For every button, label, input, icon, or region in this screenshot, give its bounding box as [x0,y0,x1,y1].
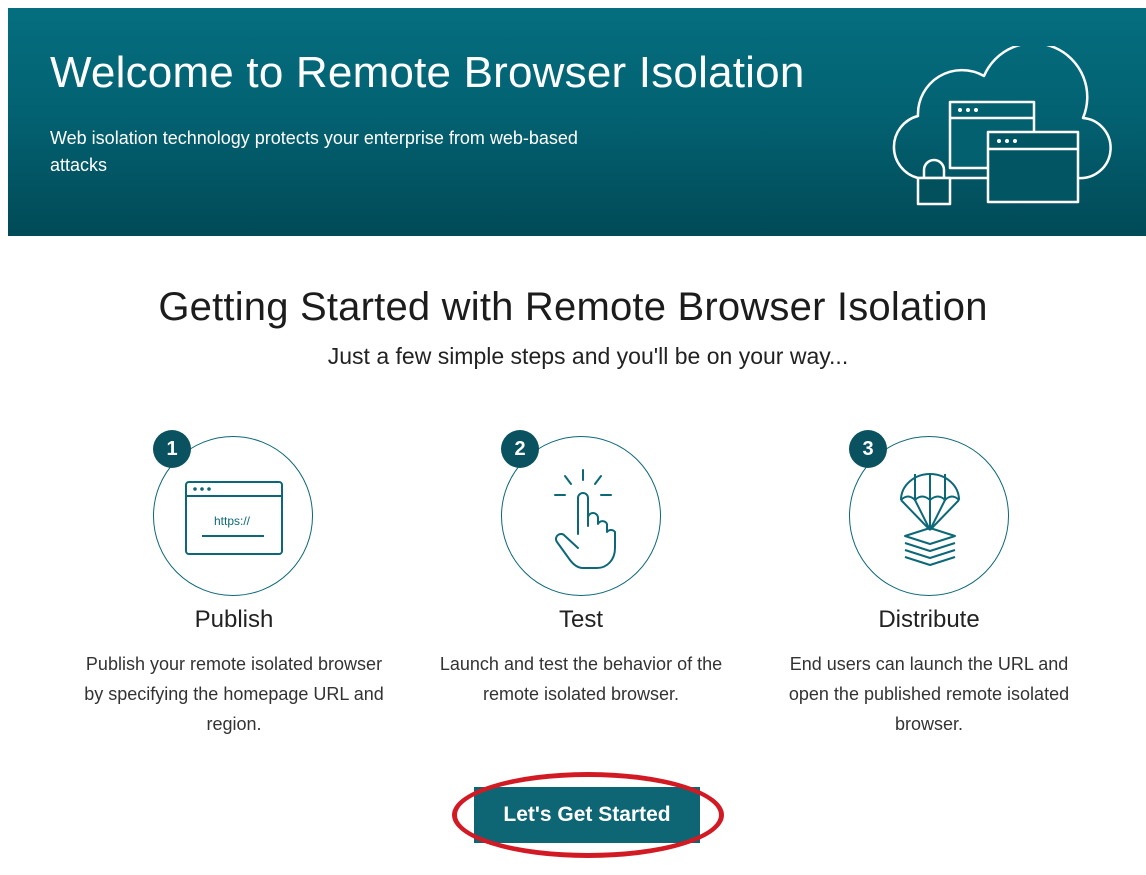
banner-title: Welcome to Remote Browser Isolation [50,48,805,97]
parachute-delivery-icon [900,473,960,566]
step-description: Launch and test the behavior of the remo… [439,654,723,704]
step-number-badge: 3 [849,430,887,468]
browser-window-icon: https:// [185,481,283,555]
step-title: Distribute [878,606,980,633]
welcome-banner: Welcome to Remote Browser Isolation Web … [8,8,1146,236]
pointer-tap-icon [554,469,616,569]
step-description: Publish your remote isolated browser by … [84,654,384,734]
step-number-badge: 2 [501,430,539,468]
getting-started-heading: Getting Started with Remote Browser Isol… [158,285,988,329]
step-description: End users can launch the URL and open th… [788,654,1070,734]
cloud-browser-lock-icon [892,46,1112,206]
highlight-ring [452,772,724,858]
step-number-badge: 1 [153,430,191,468]
step-title: Test [558,606,603,633]
cta-area: Let's Get Started [452,772,724,858]
url-text: https:// [214,514,251,528]
step-title: Publish [194,606,274,633]
getting-started-subheading: Just a few simple steps and you'll be on… [327,343,849,369]
banner-subtitle: Web isolation technology protects your e… [50,128,578,175]
